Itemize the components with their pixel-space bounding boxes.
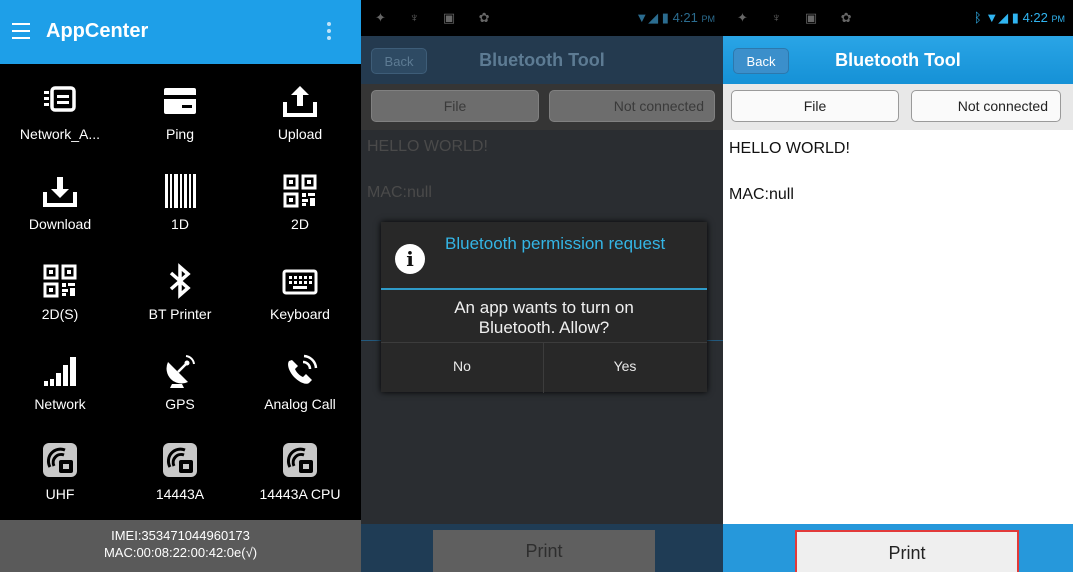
app-uhf[interactable]: UHF [0,442,120,522]
content-line-1: HELLO WORLD! [367,138,488,155]
info-icon: i [395,244,425,274]
clock: 4:22 [1022,10,1048,25]
app-2d[interactable]: 2D [240,172,360,252]
bluetooth-tool-dialog-screen: ✦ ♆ ▣ ✿ ▼◢ ▮ 4:21 PM Back Bluetooth Tool… [361,0,723,572]
connection-status-button[interactable]: Not connected [911,90,1061,122]
app-14443a[interactable]: 14443A [120,442,240,522]
app-bt-printer[interactable]: BT Printer [120,262,240,342]
status-right: ▼◢ ▮ 4:21 PM [635,10,715,26]
app-label: 1D [171,216,189,232]
bottom-bar: Print [723,524,1073,572]
network-settings-icon [42,82,78,120]
upload-icon [282,82,318,120]
dialog-title: Bluetooth permission request [445,234,666,253]
app-label: Upload [277,126,323,142]
app-label: Download [28,216,92,232]
rfid-icon [282,442,318,480]
app-label: Ping [165,126,195,142]
phone-ringing-icon [282,352,318,390]
dialog-header: i Bluetooth permission request [381,222,707,290]
signal-bars-icon [42,352,78,390]
no-button[interactable]: No [381,343,543,393]
action-row: File Not connected [361,84,723,130]
dialog-divider [381,288,707,290]
clock: 4:21 [672,10,698,25]
appcenter-action-bar: AppCenter [0,0,361,64]
dialog-message: An app wants to turn on Bluetooth. Allow… [454,298,634,337]
bottom-bar: Print [361,524,723,572]
screen-title: Bluetooth Tool [835,50,961,70]
imei-text: IMEI:353471044960173 [111,528,250,543]
app-label: Analog Call [264,396,336,412]
app-2d-s[interactable]: 2D(S) [0,262,120,342]
clock-ampm: PM [1051,14,1066,24]
app-label: 2D(S) [41,306,79,322]
device-info-footer: IMEI:353471044960173 MAC:00:08:22:00:42:… [0,520,361,572]
content-line-2: MAC:null [729,186,794,203]
satellite-dish-icon [162,352,198,390]
mac-text: MAC:00:08:22:00:42:0e(√) [103,545,258,560]
action-row: File Not connected [723,84,1073,130]
title-bar: Back Bluetooth Tool [723,36,1073,84]
file-button[interactable]: File [731,90,899,122]
app-label: Keyboard [270,306,330,322]
rfid-icon [42,442,78,480]
app-label: Network_A... [19,126,101,142]
content-line-2: MAC:null [367,184,432,201]
status-bar: ✦ ♆ ▣ ✿ ▼◢ ▮ 4:21 PM [361,0,723,36]
app-label: 14443A CPU [259,486,341,502]
overflow-menu-icon[interactable] [326,22,332,44]
app-network[interactable]: Network [0,352,120,432]
hamburger-menu-icon[interactable] [10,20,34,42]
app-title: AppCenter [46,20,149,42]
print-button[interactable]: Print [433,530,655,572]
content-line-1: HELLO WORLD! [729,140,850,157]
connection-status-button[interactable]: Not connected [549,90,715,122]
bluetooth-tool-screen: ✦ ♆ ▣ ✿ ᛒ ▼◢ ▮ 4:22 PM Back Bluetooth To… [723,0,1073,572]
bluetooth-permission-dialog: i Bluetooth permission request An app wa… [381,222,707,393]
screen-title: Bluetooth Tool [479,50,605,70]
app-upload[interactable]: Upload [240,82,360,162]
clock-ampm: PM [701,14,716,24]
app-label: BT Printer [148,306,212,322]
app-ping[interactable]: Ping [120,82,240,162]
app-1d[interactable]: 1D [120,172,240,252]
app-label: Network [34,396,86,412]
rfid-icon [162,442,198,480]
app-analog-call[interactable]: Analog Call [240,352,360,432]
app-14443a-cpu[interactable]: 14443A CPU [240,442,360,522]
ping-icon [162,82,198,120]
file-button[interactable]: File [371,90,539,122]
app-label: 14443A [155,486,205,502]
notification-icons: ✦ ♆ ▣ ✿ [737,10,862,25]
notification-icons: ✦ ♆ ▣ ✿ [375,10,500,25]
app-download[interactable]: Download [0,172,120,252]
download-icon [42,172,78,210]
appcenter-screen: AppCenter Network_A... Ping Upload Downl… [0,0,361,572]
app-network-settings[interactable]: Network_A... [0,82,120,162]
qr-code-icon [282,172,318,210]
status-right: ᛒ ▼◢ ▮ 4:22 PM [974,10,1065,26]
app-label: UHF [45,486,75,502]
qr-code-icon [42,262,78,300]
title-bar: Back Bluetooth Tool [361,36,723,84]
bluetooth-wifi-battery-icon: ᛒ ▼◢ ▮ [973,10,1023,25]
app-label: 2D [291,216,309,232]
wifi-signal-battery-icon: ▼◢ ▮ [635,10,673,25]
keyboard-icon [282,262,318,300]
app-keyboard[interactable]: Keyboard [240,262,360,342]
status-bar: ✦ ♆ ▣ ✿ ᛒ ▼◢ ▮ 4:22 PM [723,0,1073,36]
print-button[interactable]: Print [795,530,1019,572]
app-gps[interactable]: GPS [120,352,240,432]
bluetooth-icon [162,262,198,300]
barcode-1d-icon [162,172,198,210]
yes-button[interactable]: Yes [544,343,706,393]
app-label: GPS [165,396,195,412]
dialog-buttons: No Yes [381,342,707,393]
